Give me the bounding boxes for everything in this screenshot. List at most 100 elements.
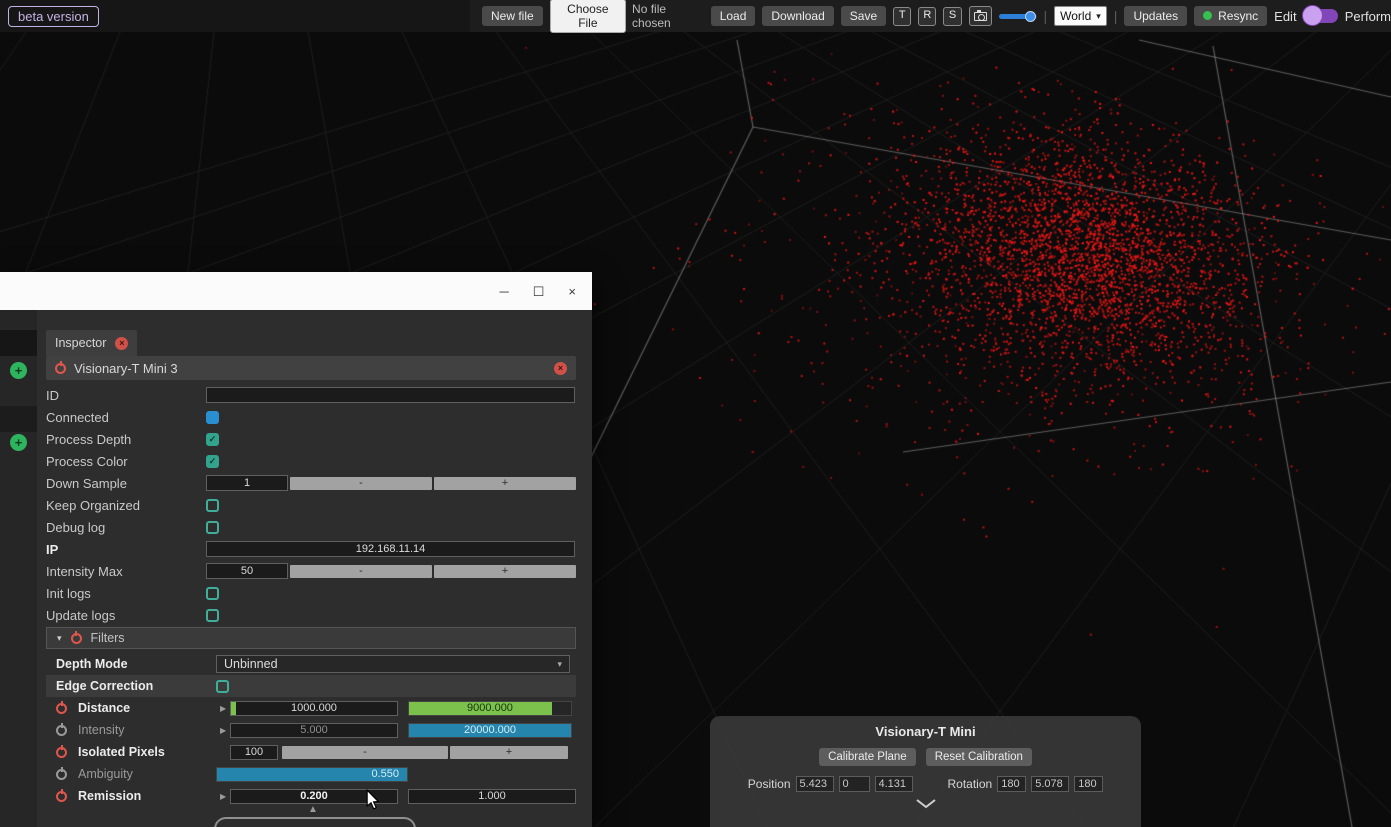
tab-inspector[interactable]: Inspector × bbox=[46, 330, 137, 356]
intensity-power-icon[interactable] bbox=[56, 725, 67, 736]
field-label: Keep Organized bbox=[46, 498, 206, 513]
calibrate-plane-button[interactable]: Calibrate Plane bbox=[819, 748, 916, 766]
device-header[interactable]: Visionary-T Mini 3 × bbox=[46, 356, 576, 380]
process-color-checkbox[interactable]: ✓ bbox=[206, 455, 219, 468]
slider-knob[interactable] bbox=[1025, 11, 1036, 22]
position-z-input[interactable] bbox=[875, 776, 913, 792]
filters-section-header[interactable]: ▾ Filters bbox=[46, 627, 576, 649]
reset-calibration-button[interactable]: Reset Calibration bbox=[926, 748, 1032, 766]
depth-mode-select[interactable]: Unbinned ▾ bbox=[216, 655, 570, 673]
filter-label: Edge Correction bbox=[56, 679, 216, 693]
power-icon[interactable] bbox=[55, 363, 66, 374]
expand-icon[interactable]: ▶ bbox=[220, 726, 230, 735]
depth-mode-value: Unbinned bbox=[224, 657, 278, 671]
rotation-z-input[interactable] bbox=[1074, 776, 1103, 792]
remission-max-input[interactable]: 1.000 bbox=[408, 789, 576, 804]
field-label: IP bbox=[46, 542, 206, 557]
screenshot-button[interactable] bbox=[969, 6, 992, 26]
translate-mode-button[interactable]: T bbox=[893, 7, 911, 26]
expand-icon[interactable]: ▶ bbox=[220, 792, 230, 801]
remission-power-icon[interactable] bbox=[56, 791, 67, 802]
side-tab[interactable] bbox=[0, 330, 37, 356]
save-button[interactable]: Save bbox=[841, 6, 886, 26]
expand-icon[interactable]: ▶ bbox=[220, 704, 230, 713]
edge-correction-checkbox[interactable] bbox=[216, 680, 229, 693]
intensity-min-input[interactable]: 5.000 bbox=[230, 723, 398, 738]
load-button[interactable]: Load bbox=[711, 6, 756, 26]
rotation-label: Rotation bbox=[948, 777, 993, 791]
rotation-y-input[interactable] bbox=[1031, 776, 1069, 792]
inspector-content: Inspector × Visionary-T Mini 3 × ID Conn… bbox=[37, 310, 592, 827]
position-y-input[interactable] bbox=[839, 776, 870, 792]
prop-row-process-depth: Process Depth ✓ bbox=[46, 428, 576, 450]
toggle-knob[interactable] bbox=[1302, 5, 1323, 26]
add-device-button[interactable]: + bbox=[10, 434, 27, 451]
debug-log-checkbox[interactable] bbox=[206, 521, 219, 534]
add-device-button[interactable]: + bbox=[10, 362, 27, 379]
filter-row-distance: Distance ▶ 1000.000 9000.000 bbox=[46, 697, 576, 719]
resync-button[interactable]: Resync bbox=[1194, 6, 1267, 26]
updates-button[interactable]: Updates bbox=[1124, 6, 1187, 26]
field-label: Process Color bbox=[46, 454, 206, 469]
isolated-pixels-decrement-button[interactable]: - bbox=[282, 746, 448, 759]
device-title: Visionary-T Mini 3 bbox=[74, 361, 546, 376]
slider-pointer-icon: ▲ bbox=[308, 804, 318, 815]
prop-row-keep-organized: Keep Organized bbox=[46, 494, 576, 516]
mouse-cursor bbox=[366, 789, 380, 810]
down-sample-decrement-button[interactable]: - bbox=[290, 477, 432, 490]
distance-min-input[interactable]: 1000.000 bbox=[230, 701, 398, 716]
intensity-max-input[interactable] bbox=[206, 563, 288, 579]
edit-perform-toggle[interactable] bbox=[1304, 9, 1338, 23]
maximize-button[interactable]: ☐ bbox=[533, 285, 545, 298]
process-depth-checkbox[interactable]: ✓ bbox=[206, 433, 219, 446]
choose-file-button[interactable]: Choose File bbox=[550, 0, 626, 33]
scale-mode-button[interactable]: S bbox=[943, 7, 961, 26]
isolated-pixels-power-icon[interactable] bbox=[56, 747, 67, 758]
id-input[interactable] bbox=[206, 387, 575, 403]
position-x-input[interactable] bbox=[796, 776, 834, 792]
intensity-max-slider[interactable]: 20000.000 bbox=[408, 723, 572, 738]
rotate-mode-button[interactable]: R bbox=[918, 7, 936, 26]
distance-max-slider[interactable]: 9000.000 bbox=[408, 701, 572, 716]
topbar-controls: New file Choose File No file chosen Load… bbox=[470, 0, 1391, 32]
point-size-slider[interactable] bbox=[999, 14, 1037, 19]
intensity-max-increment-button[interactable]: + bbox=[434, 565, 576, 578]
tab-label: Inspector bbox=[55, 336, 106, 350]
new-file-button[interactable]: New file bbox=[482, 6, 543, 26]
side-tab[interactable] bbox=[0, 406, 37, 432]
beta-version-badge: beta version bbox=[8, 6, 99, 27]
update-logs-checkbox[interactable] bbox=[206, 609, 219, 622]
isolated-pixels-input[interactable]: 100 bbox=[230, 745, 278, 760]
close-tab-icon[interactable]: × bbox=[115, 337, 128, 350]
field-label: Update logs bbox=[46, 608, 206, 623]
connected-indicator[interactable] bbox=[206, 411, 219, 424]
filters-power-icon[interactable] bbox=[71, 633, 82, 644]
prop-row-intensity-max: Intensity Max - + bbox=[46, 560, 576, 582]
filter-label: Isolated Pixels bbox=[78, 745, 216, 759]
ip-input[interactable] bbox=[206, 541, 575, 557]
field-label: Process Depth bbox=[46, 432, 206, 447]
down-sample-increment-button[interactable]: + bbox=[434, 477, 576, 490]
keep-organized-checkbox[interactable] bbox=[206, 499, 219, 512]
ambiguity-slider[interactable]: 0.550 bbox=[216, 767, 408, 782]
intensity-max-decrement-button[interactable]: - bbox=[290, 565, 432, 578]
filter-label: Remission bbox=[78, 789, 216, 803]
minimize-button[interactable]: ─ bbox=[500, 285, 509, 298]
remove-device-icon[interactable]: × bbox=[554, 362, 567, 375]
remission-min-value: 0.200 bbox=[300, 790, 328, 802]
isolated-pixels-increment-button[interactable]: + bbox=[450, 746, 568, 759]
filter-row-edge-correction: Edge Correction bbox=[46, 675, 576, 697]
world-select[interactable]: World ▾ bbox=[1054, 6, 1107, 26]
ambiguity-power-icon[interactable] bbox=[56, 769, 67, 780]
close-button[interactable]: × bbox=[568, 285, 576, 298]
position-label: Position bbox=[748, 777, 791, 791]
collapse-chevron-icon[interactable] bbox=[914, 798, 938, 809]
init-logs-checkbox[interactable] bbox=[206, 587, 219, 600]
rotation-x-input[interactable] bbox=[997, 776, 1026, 792]
download-button[interactable]: Download bbox=[762, 6, 833, 26]
distance-power-icon[interactable] bbox=[56, 703, 67, 714]
window-titlebar[interactable]: ─ ☐ × bbox=[0, 272, 592, 310]
down-sample-input[interactable] bbox=[206, 475, 288, 491]
app-root: beta version New file Choose File No fil… bbox=[0, 0, 1391, 827]
remission-max-value: 1.000 bbox=[478, 790, 506, 802]
